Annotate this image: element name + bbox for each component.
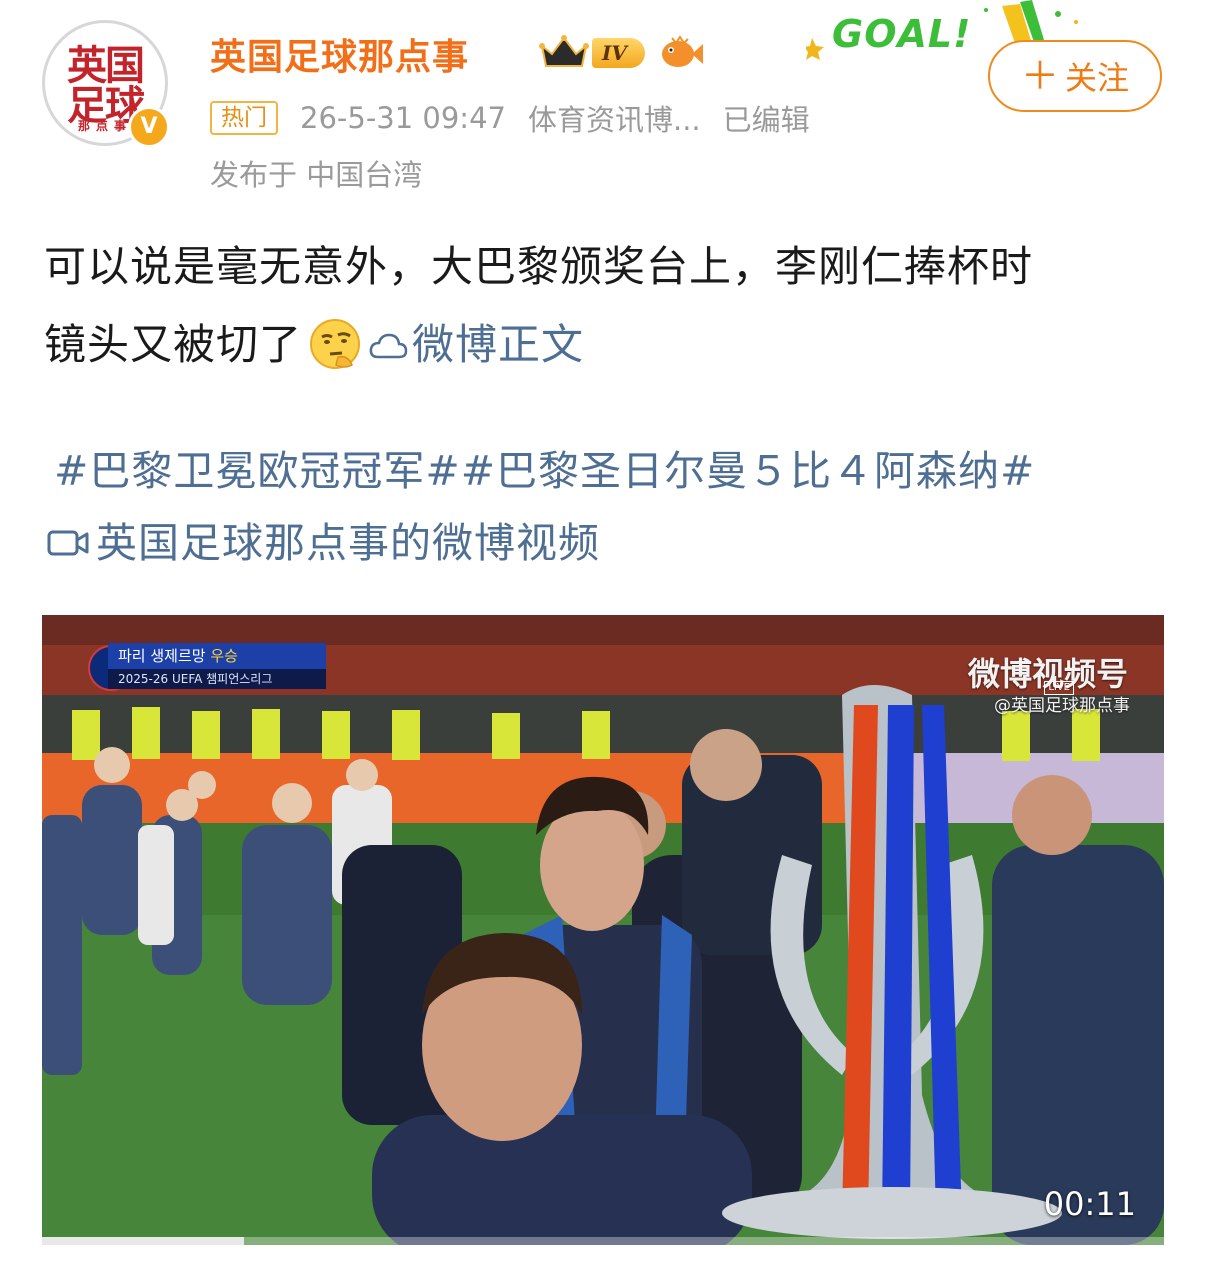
cloud-icon xyxy=(369,333,408,359)
plus-icon: ＋ xyxy=(1020,54,1059,98)
video-player[interactable]: 파리 생제르망 우승 2025-26 UEFA 챔피언스리그 微博视频号 LIV… xyxy=(42,615,1164,1245)
edited-label[interactable]: 已编辑 xyxy=(723,97,810,139)
level-badge: IV xyxy=(592,38,645,68)
scoreboard-competition: 2025-26 UEFA 챔피언스리그 xyxy=(108,669,326,689)
video-duration: 00:11 xyxy=(1043,1185,1136,1223)
post-text-line1: 可以说是毫无意外，大巴黎颁奖台上，李刚仁捧杯时 xyxy=(44,242,1034,291)
video-camera-icon xyxy=(47,530,89,556)
hot-tag: 热门 xyxy=(210,101,278,135)
watermark-sub: @英国足球那点事 xyxy=(994,696,1130,716)
fish-icon xyxy=(662,35,703,67)
crown-icon xyxy=(539,35,589,67)
full-text-link[interactable]: 微博正文 xyxy=(368,320,584,369)
video-progress-fill xyxy=(42,1237,244,1245)
video-progress-bar[interactable] xyxy=(42,1237,1164,1245)
username[interactable]: 英国足球那点事 xyxy=(210,28,469,80)
follow-label: 关注 xyxy=(1065,59,1130,97)
video-link-label: 英国足球那点事的微博视频 xyxy=(96,519,600,567)
scoreboard-status: 우승 xyxy=(210,647,238,665)
verified-badge-icon: V xyxy=(128,106,170,148)
topic-hashtags[interactable]: #巴黎卫冕欧冠冠军##巴黎圣日尔曼５比４阿森纳# xyxy=(54,436,1035,506)
post-text: 可以说是毫无意外，大巴黎颁奖台上，李刚仁捧杯时 镜头又被切了 微博正文 xyxy=(44,228,1164,384)
video-link[interactable]: 英国足球那点事的微博视频 xyxy=(46,508,600,578)
scoreboard-team: 파리 생제르망 우승 xyxy=(108,643,326,669)
timestamp: 26-5-31 09:47 xyxy=(300,101,506,135)
post-meta: 热门 26-5-31 09:47 体育资讯博... 已编辑 xyxy=(210,97,810,139)
full-text-link-label: 微博正文 xyxy=(412,320,585,369)
location: 发布于 中国台湾 xyxy=(210,158,423,192)
source[interactable]: 体育资讯博... xyxy=(528,97,701,139)
post-text-line2-wrap: 镜头又被切了 微博正文 xyxy=(44,306,1164,384)
scoreboard-team-name: 파리 생제르망 xyxy=(118,647,206,665)
post-text-line2: 镜头又被切了 xyxy=(44,320,303,369)
follow-button[interactable]: ＋ 关注 xyxy=(988,40,1162,112)
thinking-face-emoji-icon xyxy=(310,319,361,369)
goal-banner-text: GOAL! xyxy=(832,12,972,56)
